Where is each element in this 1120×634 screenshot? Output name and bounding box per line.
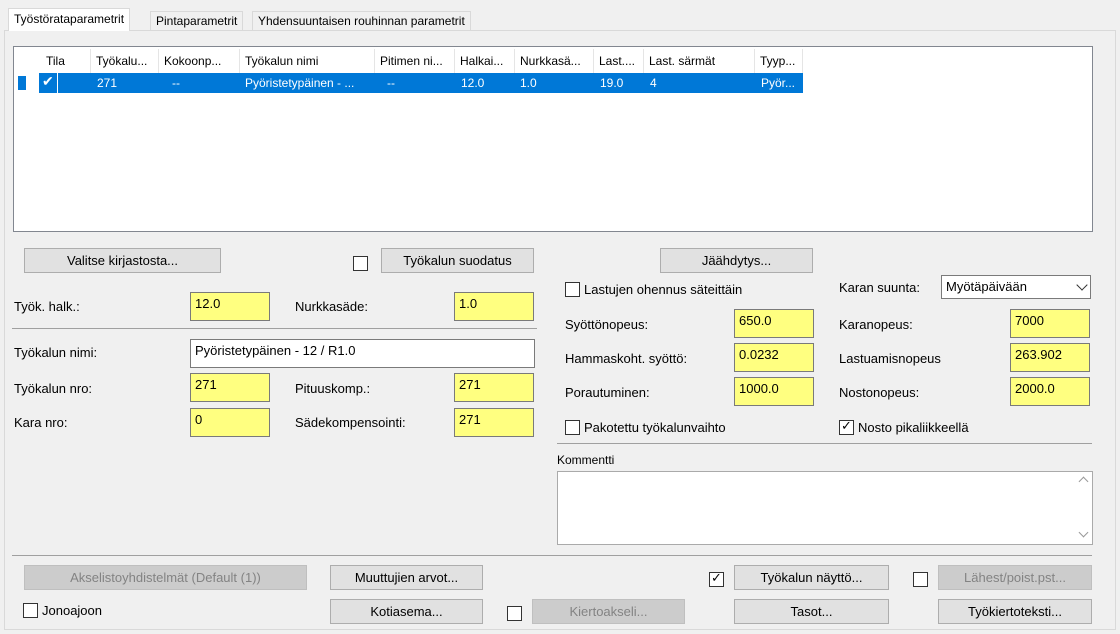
length-comp-label: Pituuskomp.: — [295, 381, 371, 396]
plunge-rate-label: Porautuminen: — [565, 385, 650, 400]
tool-list[interactable]: Tila Työkalu... Kokoonp... Työkalun nimi… — [13, 46, 1093, 232]
spindle-number-field[interactable]: 0 — [190, 408, 270, 437]
rapid-retract-checkbox[interactable]: ✓ — [839, 418, 854, 435]
feed-rate-field[interactable]: 650.0 — [734, 309, 814, 338]
checkmark-icon: ✔ — [42, 73, 54, 89]
tool-diameter-field[interactable]: 12.0 — [190, 292, 270, 321]
checkmark-icon: ✓ — [841, 418, 852, 433]
approach-retract-button[interactable]: Lähest/poist.pst... — [938, 565, 1092, 590]
col-header-diameter[interactable]: Halkai... — [455, 49, 515, 73]
chip-thinning-checkbox[interactable] — [565, 282, 580, 297]
divider — [12, 328, 537, 329]
cell-holder: -- — [387, 76, 395, 90]
variable-values-button[interactable]: Muuttujien arvot... — [330, 565, 483, 590]
tool-filter-button[interactable]: Työkalun suodatus — [381, 248, 534, 273]
tooth-feed-label: Hammaskoht. syöttö: — [565, 351, 688, 366]
scroll-up-icon[interactable] — [1078, 476, 1089, 487]
corner-radius-label: Nurkkasäde: — [295, 299, 368, 314]
tool-name-label: Työkalun nimi: — [14, 345, 98, 360]
rotary-axis-checkbox[interactable] — [507, 606, 522, 621]
batch-label: Jonoajoon — [42, 603, 102, 618]
col-header-assembly[interactable]: Kokoonp... — [159, 49, 240, 73]
scroll-down-icon[interactable] — [1078, 527, 1089, 538]
cell-assembly: -- — [172, 76, 180, 90]
cutting-speed-label: Lastuamisnopeus — [839, 351, 941, 366]
planes-button[interactable]: Tasot... — [734, 599, 889, 624]
spindle-speed-label: Karanopeus: — [839, 317, 913, 332]
radius-comp-field[interactable]: 271 — [454, 408, 534, 437]
tab-surface-parameters[interactable]: Pintaparametrit — [150, 11, 244, 30]
force-tool-change-label: Pakotettu työkalunvaihto — [584, 420, 726, 435]
filter-checkbox[interactable] — [353, 256, 368, 271]
corner-radius-field[interactable]: 1.0 — [454, 292, 534, 321]
col-header-flutes[interactable]: Last. särmät — [644, 49, 755, 73]
table-row[interactable] — [58, 73, 803, 93]
length-comp-field[interactable]: 271 — [454, 373, 534, 402]
chevron-down-icon — [1076, 279, 1088, 291]
spindle-number-label: Kara nro: — [14, 415, 68, 430]
status-cell[interactable]: ✔ — [39, 73, 57, 93]
canned-text-button[interactable]: Työkiertoteksti... — [938, 599, 1092, 624]
select-library-button[interactable]: Valitse kirjastosta... — [24, 248, 221, 273]
checkmark-icon: ✓ — [711, 570, 722, 585]
col-header-flute-length[interactable]: Last.... — [594, 49, 644, 73]
tool-number-label: Työkalun nro: — [14, 381, 93, 396]
col-header-type[interactable]: Tyyp... — [755, 49, 803, 73]
spindle-speed-field[interactable]: 7000 — [1010, 309, 1090, 338]
retract-rate-label: Nostonopeus: — [839, 385, 920, 400]
col-header-tool-name[interactable]: Työkalun nimi — [240, 49, 375, 73]
cell-type: Pyör... — [761, 76, 796, 90]
tool-number-field[interactable]: 271 — [190, 373, 270, 402]
tab-toolpath-parameters[interactable]: Työstörataparametrit — [8, 8, 131, 31]
tool-display-checkbox[interactable]: ✓ — [709, 570, 724, 587]
col-header-holder[interactable]: Pitimen ni... — [375, 49, 455, 73]
tab-parallel-rough-parameters[interactable]: Yhdensuuntaisen rouhinnan parametrit — [252, 11, 471, 30]
axis-combination-button[interactable]: Akselistoyhdistelmät (Default (1)) — [24, 565, 307, 590]
force-tool-change-checkbox[interactable] — [565, 420, 580, 435]
spindle-direction-select[interactable]: Myötäpäivään — [941, 275, 1091, 299]
rapid-retract-label: Nosto pikaliikkeellä — [858, 420, 969, 435]
rotary-axis-button[interactable]: Kiertoakseli... — [532, 599, 685, 624]
home-position-button[interactable]: Kotiasema... — [330, 599, 483, 624]
row-indicator — [17, 75, 27, 91]
spindle-direction-label: Karan suunta: — [839, 280, 920, 295]
coolant-button[interactable]: Jäähdytys... — [660, 248, 813, 273]
tooth-feed-field[interactable]: 0.0232 — [734, 343, 814, 372]
divider — [12, 555, 1092, 556]
cell-tool-no: 271 — [97, 76, 118, 90]
radius-comp-label: Sädekompensointi: — [295, 415, 406, 430]
spindle-direction-value: Myötäpäivään — [946, 279, 1027, 294]
cell-diameter: 12.0 — [461, 76, 485, 90]
cell-corner: 1.0 — [520, 76, 537, 90]
cell-flute-length: 19.0 — [600, 76, 624, 90]
tool-display-button[interactable]: Työkalun näyttö... — [734, 565, 889, 590]
cell-flutes: 4 — [650, 76, 657, 90]
chip-thinning-label: Lastujen ohennus säteittäin — [584, 282, 743, 297]
plunge-rate-field[interactable]: 1000.0 — [734, 377, 814, 406]
feed-rate-label: Syöttönopeus: — [565, 317, 649, 332]
cutting-speed-field[interactable]: 263.902 — [1010, 343, 1090, 372]
comment-label: Kommentti — [557, 453, 615, 467]
tool-name-field[interactable]: Pyöristetypäinen - 12 / R1.0 — [190, 339, 535, 368]
col-header-status[interactable]: Tila — [41, 49, 91, 73]
col-header-tool-no[interactable]: Työkalu... — [91, 49, 159, 73]
batch-checkbox[interactable] — [23, 603, 38, 618]
approach-checkbox[interactable] — [913, 572, 928, 587]
cell-tool-name: Pyöristetypäinen - ... — [245, 76, 355, 90]
col-header-corner[interactable]: Nurkkasä... — [515, 49, 594, 73]
divider — [557, 443, 1092, 444]
comment-textarea[interactable] — [557, 471, 1093, 545]
retract-rate-field[interactable]: 2000.0 — [1010, 377, 1090, 406]
tool-diameter-label: Työk. halk.: — [14, 299, 80, 314]
